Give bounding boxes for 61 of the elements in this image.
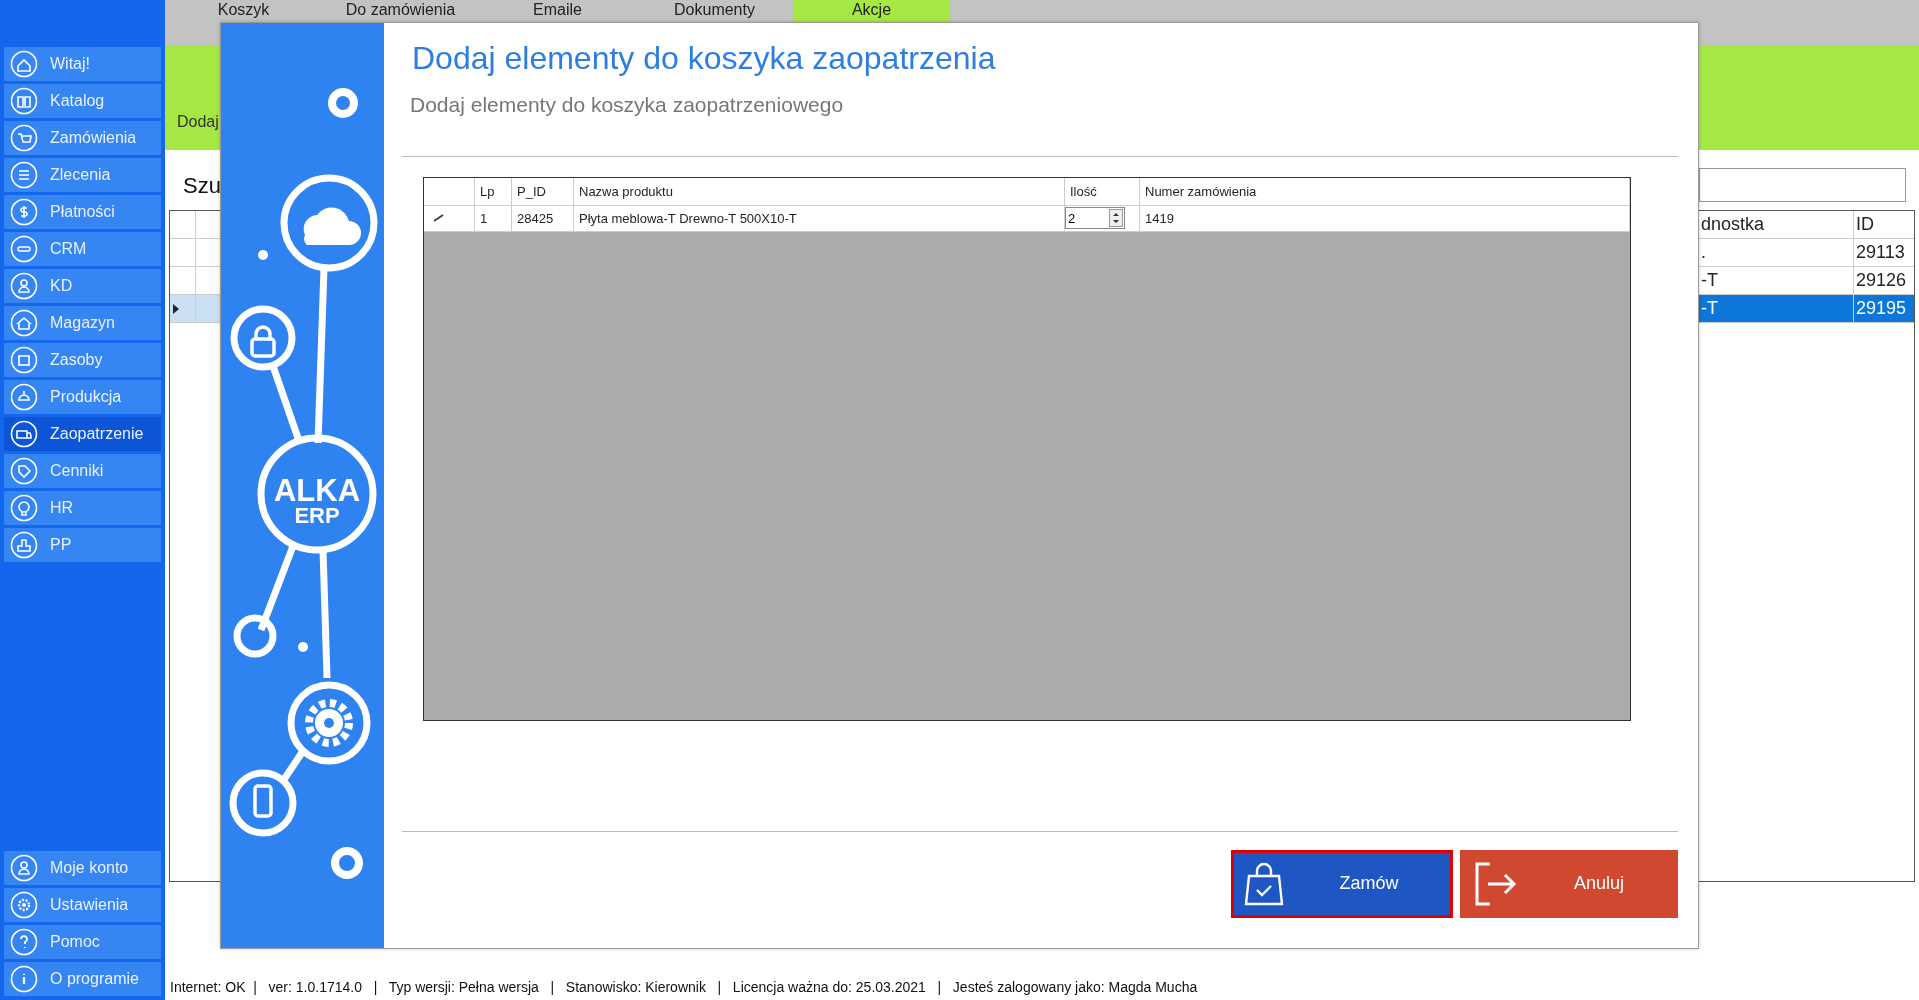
sidebar-item[interactable]: Zasoby — [4, 343, 161, 377]
shopping-bag-icon — [1243, 860, 1285, 907]
head-icon — [10, 494, 38, 522]
house-icon — [10, 309, 38, 337]
sidebar-item[interactable]: Zamówienia — [4, 121, 161, 155]
person-icon — [10, 854, 38, 882]
lamp-icon — [10, 383, 38, 411]
status-bar-text: Internet: OK | ver: 1.0.1714.0 | Typ wersji: Pełna wersja | Stanowisko: Kierownik | Licencja ważna do: 25.03.2021 | Jesteś zalogowany jako: Magda Mucha — [170, 977, 1198, 997]
table-cell: 28425 — [512, 205, 574, 232]
robot-icon — [10, 531, 38, 559]
sidebar-item[interactable]: KD — [4, 269, 161, 303]
badge-icon — [10, 235, 38, 263]
home-icon — [10, 50, 38, 78]
tag-icon — [10, 457, 38, 485]
box-icon — [10, 346, 38, 374]
help-icon — [10, 928, 38, 956]
table-cell: 29113 — [1853, 239, 1914, 267]
person-icon — [10, 272, 38, 300]
table-cell: Płyta meblowa-T Drewno-T 500X10-T — [574, 205, 1065, 232]
sidebar-item[interactable]: CRM — [4, 232, 161, 266]
sidebar-item[interactable]: HR — [4, 491, 161, 525]
sidebar-item[interactable]: Moje konto — [4, 851, 161, 885]
tab[interactable]: Koszyk — [165, 0, 322, 45]
column-header: Lp — [475, 177, 512, 206]
sidebar-item[interactable]: Witaj! — [4, 47, 161, 81]
search-field[interactable] — [1699, 168, 1906, 202]
order-button[interactable]: Zamów — [1231, 849, 1453, 918]
book-icon — [10, 87, 38, 115]
sidebar-item[interactable]: O programie — [4, 962, 161, 996]
list-icon — [10, 161, 38, 189]
sidebar-item[interactable]: Zlecenia — [4, 158, 161, 192]
sidebar-item[interactable]: Płatności — [4, 195, 161, 229]
sidebar-item[interactable]: PP — [4, 528, 161, 562]
spinner-arrows-icon[interactable] — [1109, 209, 1123, 228]
dialog-subtitle: Dodaj elementy do koszyka zaopatrzeniowego — [410, 92, 845, 119]
sidebar-item[interactable]: Magazyn — [4, 306, 161, 340]
sidebar-item[interactable]: Pomoc — [4, 925, 161, 959]
row-pointer-icon — [172, 302, 180, 315]
cart-icon — [10, 124, 38, 152]
sidebar-item[interactable]: Cenniki — [4, 454, 161, 488]
column-header: Ilość — [1065, 177, 1140, 206]
column-header: ID — [1853, 211, 1914, 239]
cancel-button[interactable]: Anuluj — [1460, 849, 1678, 918]
truck-icon — [10, 420, 38, 448]
column-header: Nazwa produktu — [574, 177, 1065, 206]
info-icon — [10, 965, 38, 993]
page-heading: Szu — [182, 171, 221, 200]
column-header: Numer zamówienia — [1140, 177, 1630, 206]
sidebar-item[interactable]: Katalog — [4, 84, 161, 118]
sidebar-item[interactable]: Produkcja — [4, 380, 161, 414]
table-cell: 29195 — [1853, 295, 1914, 323]
sidebar-item[interactable]: Zaopatrzenie — [4, 417, 161, 451]
table-cell: 1 — [475, 205, 512, 232]
table-cell: -T — [1698, 295, 1853, 323]
dollar-icon — [10, 198, 38, 226]
breadcrumb-text: Dodaj — [177, 112, 219, 132]
settings-icon — [10, 891, 38, 919]
column-header: P_ID — [512, 177, 574, 206]
table-cell: 1419 — [1140, 205, 1630, 232]
pencil-icon — [433, 214, 445, 223]
sidebar-item[interactable]: Ustawienia — [4, 888, 161, 922]
